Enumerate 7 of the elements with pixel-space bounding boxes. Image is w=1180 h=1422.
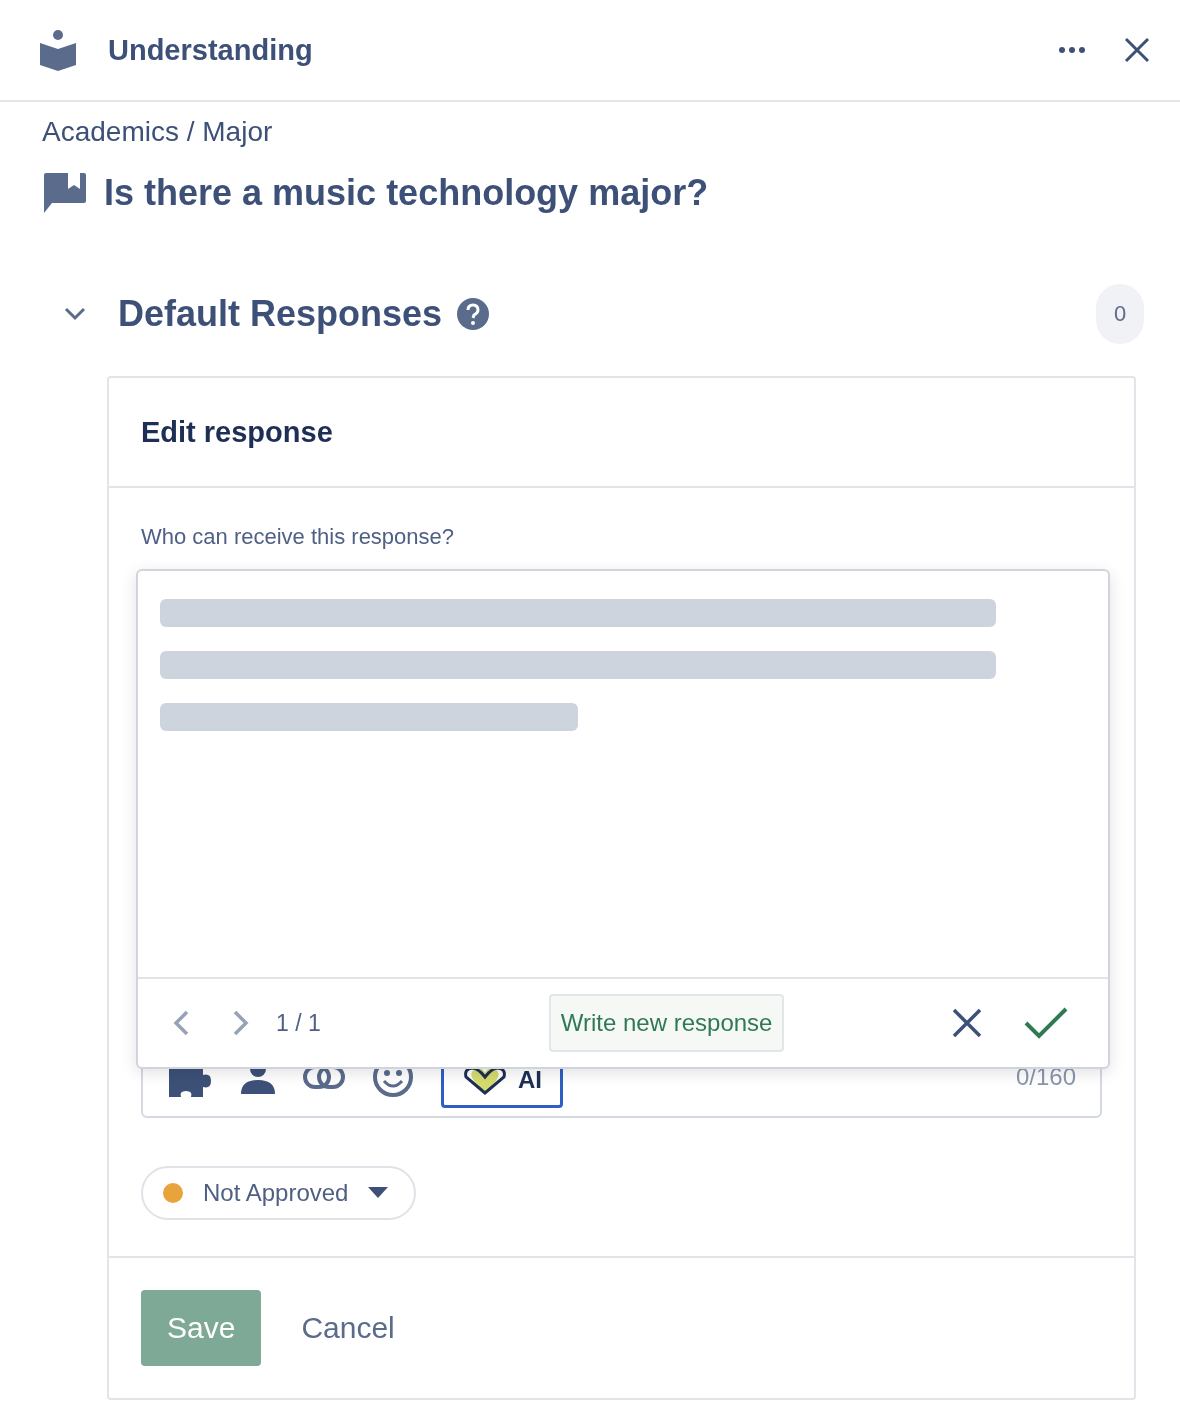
question-title: Is there a music technology major? [104, 172, 709, 214]
count-badge: 0 [1096, 284, 1144, 344]
page-indicator: 1 / 1 [276, 1009, 321, 1037]
card-title: Edit response [141, 415, 333, 449]
panel-title: Understanding [108, 33, 314, 67]
field-label: Who can receive this response? [141, 524, 456, 550]
section-title: Default Responses [118, 293, 443, 335]
